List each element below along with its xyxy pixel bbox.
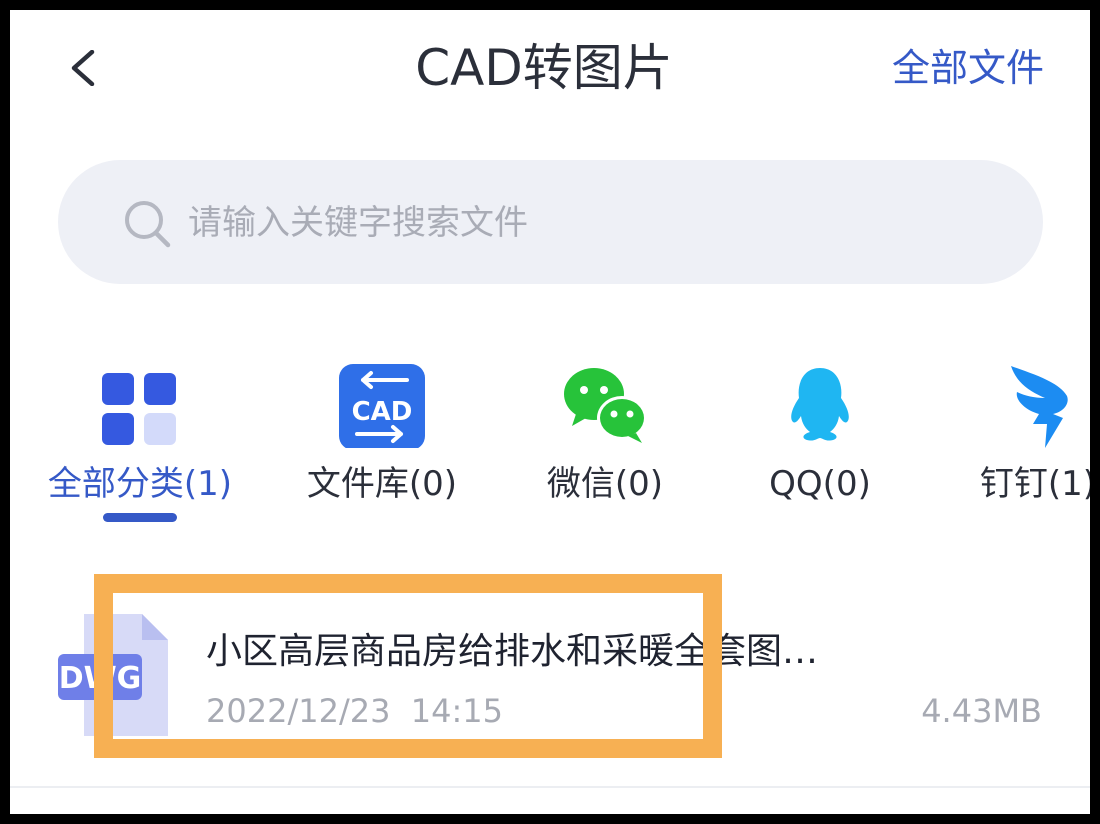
all-files-link[interactable]: 全部文件 [892, 38, 1044, 98]
grid-icon [102, 373, 176, 445]
screen: CAD转图片 全部文件 全部分类(1) CAD [10, 10, 1090, 814]
file-type-badge: DWG [58, 661, 142, 696]
list-divider [10, 786, 1090, 788]
file-size: 4.43MB [921, 692, 1042, 730]
wechat-icon [564, 368, 647, 443]
tab-wechat[interactable]: 微信(0) [505, 350, 705, 540]
active-tab-indicator [103, 513, 177, 522]
search-bar[interactable] [58, 160, 1043, 284]
svg-text:CAD: CAD [352, 397, 413, 427]
file-name: 小区高层商品房给排水和采暖全套图… [206, 631, 819, 672]
search-icon [125, 201, 171, 248]
list-item[interactable]: DWG 小区高层商品房给排水和采暖全套图… 2022/12/23 14:15 4… [10, 570, 1090, 770]
qq-icon [791, 368, 849, 441]
search-input[interactable] [186, 190, 970, 256]
tab-qq[interactable]: QQ(0) [720, 350, 920, 540]
file-timestamp: 2022/12/23 14:15 [206, 692, 503, 730]
category-tabs: 全部分类(1) CAD 文件库(0) 微信(0) QQ(0) 钉钉(1) [10, 350, 1090, 540]
cad-convert-icon: CAD [339, 364, 425, 448]
tab-file-library[interactable]: CAD 文件库(0) [282, 350, 482, 540]
tab-all-categories[interactable]: 全部分类(1) [40, 350, 240, 540]
tab-dingtalk[interactable]: 钉钉(1) [938, 350, 1090, 540]
dingtalk-icon [1011, 366, 1068, 448]
tab-label: 全部分类(1) [47, 464, 233, 504]
tab-label: 钉钉(1) [979, 464, 1090, 504]
